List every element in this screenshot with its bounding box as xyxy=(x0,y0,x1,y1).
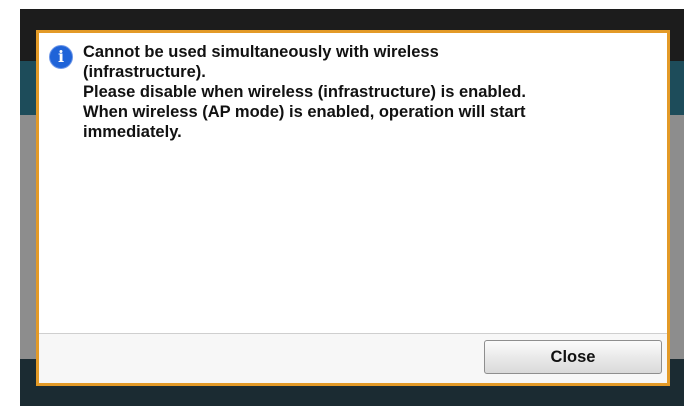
close-button[interactable]: Close xyxy=(484,340,662,374)
dialog-message: Cannot be used simultaneously with wirel… xyxy=(83,43,526,141)
info-dialog: i Cannot be used simultaneously with wir… xyxy=(36,30,670,386)
info-icon: i xyxy=(49,45,73,69)
dialog-body: i Cannot be used simultaneously with wir… xyxy=(39,33,667,333)
device-screen: i Cannot be used simultaneously with wir… xyxy=(20,9,684,406)
dialog-footer: Close xyxy=(39,333,667,383)
